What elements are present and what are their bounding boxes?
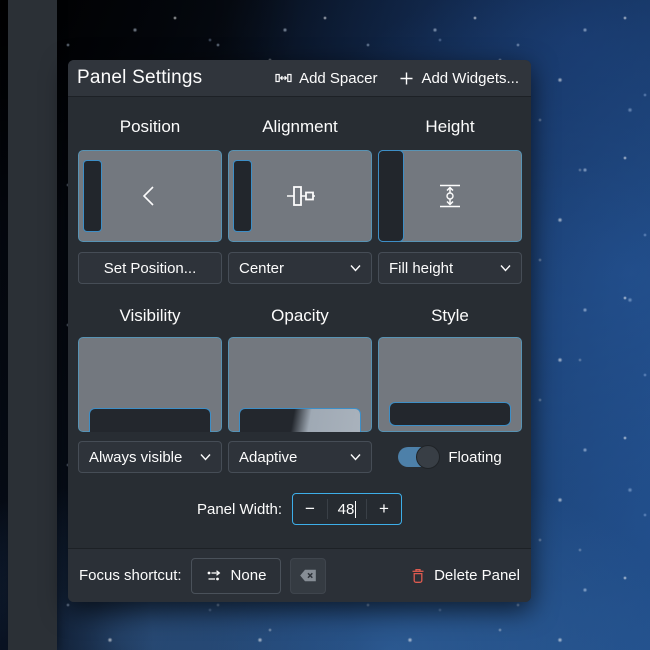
focus-shortcut-label: Focus shortcut: [79, 567, 182, 584]
opacity-preview-panel-bar [239, 408, 361, 432]
opacity-preview [228, 337, 372, 432]
alignment-selected-value: Center [239, 260, 350, 277]
position-label: Position [78, 116, 222, 138]
toggle-knob [416, 445, 440, 469]
focus-shortcut-button[interactable]: None [191, 558, 282, 594]
clear-shortcut-button[interactable] [290, 558, 326, 594]
style-preview [378, 337, 522, 432]
opacity-label: Opacity [228, 305, 372, 327]
spacer-icon [275, 70, 292, 86]
dialog-header: Panel Settings Add Spacer Add Widgets... [68, 60, 531, 97]
visibility-select[interactable]: Always visible [78, 441, 222, 473]
add-spacer-button[interactable]: Add Spacer [275, 70, 377, 87]
fill-height-icon [379, 151, 521, 241]
add-widgets-label: Add Widgets... [421, 70, 519, 87]
add-spacer-label: Add Spacer [299, 70, 377, 87]
chevron-down-icon [200, 453, 211, 461]
shortcut-icon [206, 568, 222, 584]
height-select[interactable]: Fill height [378, 252, 522, 284]
trash-icon [410, 567, 426, 584]
set-position-button[interactable]: Set Position... [78, 252, 222, 284]
decrement-button[interactable]: − [293, 494, 327, 524]
opacity-selected-value: Adaptive [239, 449, 350, 466]
alignment-label: Alignment [228, 116, 372, 138]
desktop-panel[interactable] [8, 0, 57, 650]
dialog-title: Panel Settings [77, 67, 202, 89]
focus-shortcut-value: None [231, 567, 267, 584]
floating-toggle[interactable] [398, 447, 439, 467]
plus-icon [399, 71, 414, 86]
visibility-preview [78, 337, 222, 432]
backspace-icon [299, 569, 317, 582]
visibility-label: Visibility [78, 305, 222, 327]
chevron-down-icon [500, 264, 511, 272]
delete-panel-label: Delete Panel [434, 567, 520, 584]
position-preview [78, 150, 222, 242]
chevron-down-icon [350, 453, 361, 461]
panel-width-row: Panel Width: − 48 + [68, 493, 531, 525]
chevron-left-icon [79, 151, 221, 241]
panel-width-input[interactable]: 48 [328, 494, 366, 524]
height-label: Height [378, 116, 522, 138]
align-center-icon [229, 151, 371, 241]
panel-settings-dialog: Panel Settings Add Spacer Add Widgets...… [68, 60, 531, 602]
dialog-footer: Focus shortcut: None [68, 548, 531, 602]
increment-button[interactable]: + [367, 494, 401, 524]
opacity-select[interactable]: Adaptive [228, 441, 372, 473]
add-widgets-button[interactable]: Add Widgets... [399, 70, 519, 87]
panel-width-spinbox: − 48 + [292, 493, 402, 525]
height-preview [378, 150, 522, 242]
alignment-select[interactable]: Center [228, 252, 372, 284]
floating-toggle-label: Floating [448, 449, 501, 466]
set-position-label: Set Position... [104, 260, 197, 277]
visibility-preview-panel-bar [89, 408, 211, 432]
panel-width-value: 48 [338, 501, 355, 518]
floating-row: Floating [378, 441, 522, 473]
height-selected-value: Fill height [389, 260, 500, 277]
alignment-preview [228, 150, 372, 242]
visibility-selected-value: Always visible [89, 449, 200, 466]
panel-width-label: Panel Width: [197, 501, 282, 518]
chevron-down-icon [350, 264, 361, 272]
style-label: Style [378, 305, 522, 327]
style-preview-panel-bar [389, 402, 511, 426]
delete-panel-button[interactable]: Delete Panel [410, 567, 520, 584]
text-caret [355, 501, 356, 518]
